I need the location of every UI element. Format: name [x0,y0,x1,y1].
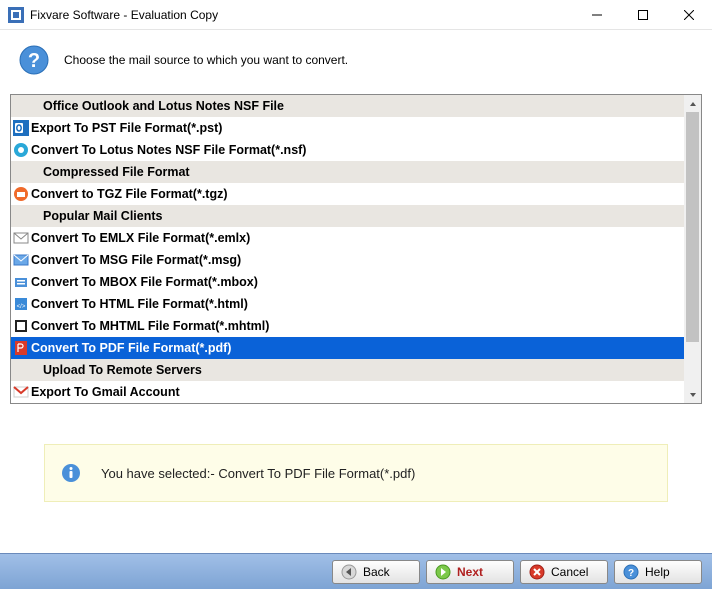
list-row-label: Office Outlook and Lotus Notes NSF File [31,99,284,113]
list-item[interactable]: Convert To Lotus Notes NSF File Format(*… [11,139,684,161]
back-button[interactable]: Back [332,560,420,584]
svg-text:</>: </> [17,304,26,310]
help-icon: ? [623,564,639,580]
mhtml-icon [13,318,29,334]
window-title: Fixvare Software - Evaluation Copy [30,8,574,22]
list-row-label: Convert To HTML File Format(*.html) [31,297,248,311]
list-row-label: Export To Gmail Account [31,385,180,399]
format-listbox: Office Outlook and Lotus Notes NSF File E… [10,94,702,404]
emlx-icon [13,230,29,246]
pdf-icon [13,340,29,356]
scroll-track[interactable] [684,112,701,386]
minimize-button[interactable] [574,0,620,30]
list-row-label: Export To PST File Format(*.pst) [31,121,222,135]
header-area: ? Choose the mail source to which you wa… [0,30,712,94]
list-row-label: Upload To Remote Servers [31,363,202,377]
list-row-label: Convert To EMLX File Format(*.emlx) [31,231,250,245]
list-row-label: Compressed File Format [31,165,190,179]
info-panel: You have selected:- Convert To PDF File … [44,444,668,502]
list-group-header: Upload To Remote Servers [11,359,684,381]
list-group-header: Compressed File Format [11,161,684,183]
list-item[interactable]: Export To PST File Format(*.pst) [11,117,684,139]
list-item[interactable]: Convert to TGZ File Format(*.tgz) [11,183,684,205]
maximize-button[interactable] [620,0,666,30]
list-row-label: Convert To PDF File Format(*.pdf) [31,341,231,355]
scrollbar[interactable] [684,95,701,403]
list-row-label: Convert To MBOX File Format(*.mbox) [31,275,258,289]
app-icon [8,7,24,23]
instruction-text: Choose the mail source to which you want… [64,53,348,67]
mbox-icon [13,274,29,290]
cancel-label: Cancel [551,565,588,579]
list-item[interactable]: Convert To MSG File Format(*.msg) [11,249,684,271]
list-row-label: Convert To MHTML File Format(*.mhtml) [31,319,269,333]
scroll-down-button[interactable] [684,386,701,403]
scroll-up-button[interactable] [684,95,701,112]
list-row-label: Convert To Lotus Notes NSF File Format(*… [31,143,306,157]
info-value: Convert To PDF File Format(*.pdf) [218,466,415,481]
msg-icon [13,252,29,268]
footer-bar: Back Next Cancel ? Help [0,553,712,589]
title-bar: Fixvare Software - Evaluation Copy [0,0,712,30]
back-label: Back [363,565,390,579]
info-icon [61,463,81,483]
list-row-label: Convert to TGZ File Format(*.tgz) [31,187,228,201]
svg-text:?: ? [28,50,40,72]
list-item[interactable]: Convert To EMLX File Format(*.emlx) [11,227,684,249]
gmail-icon [13,384,29,400]
help-label: Help [645,565,670,579]
list-item[interactable]: Convert To PDF File Format(*.pdf) [11,337,684,359]
cancel-button[interactable]: Cancel [520,560,608,584]
back-icon [341,564,357,580]
info-prefix: You have selected:- [101,466,218,481]
question-icon: ? [18,44,50,76]
next-button[interactable]: Next [426,560,514,584]
html-icon: </> [13,296,29,312]
scroll-thumb[interactable] [686,112,699,342]
info-text: You have selected:- Convert To PDF File … [101,466,415,481]
close-button[interactable] [666,0,712,30]
help-button[interactable]: ? Help [614,560,702,584]
list-group-header: Popular Mail Clients [11,205,684,227]
tgz-icon [13,186,29,202]
list-row-label: Convert To MSG File Format(*.msg) [31,253,241,267]
list-item[interactable]: Export To Gmail Account [11,381,684,403]
next-icon [435,564,451,580]
outlook-icon [13,120,29,136]
list-item[interactable]: Convert To MHTML File Format(*.mhtml) [11,315,684,337]
cancel-icon [529,564,545,580]
nsf-icon [13,142,29,158]
next-label: Next [457,565,483,579]
list-group-header: Office Outlook and Lotus Notes NSF File [11,95,684,117]
list-row-label: Popular Mail Clients [31,209,162,223]
svg-text:?: ? [628,568,634,579]
list-item[interactable]: Convert To MBOX File Format(*.mbox) [11,271,684,293]
list-item[interactable]: </> Convert To HTML File Format(*.html) [11,293,684,315]
